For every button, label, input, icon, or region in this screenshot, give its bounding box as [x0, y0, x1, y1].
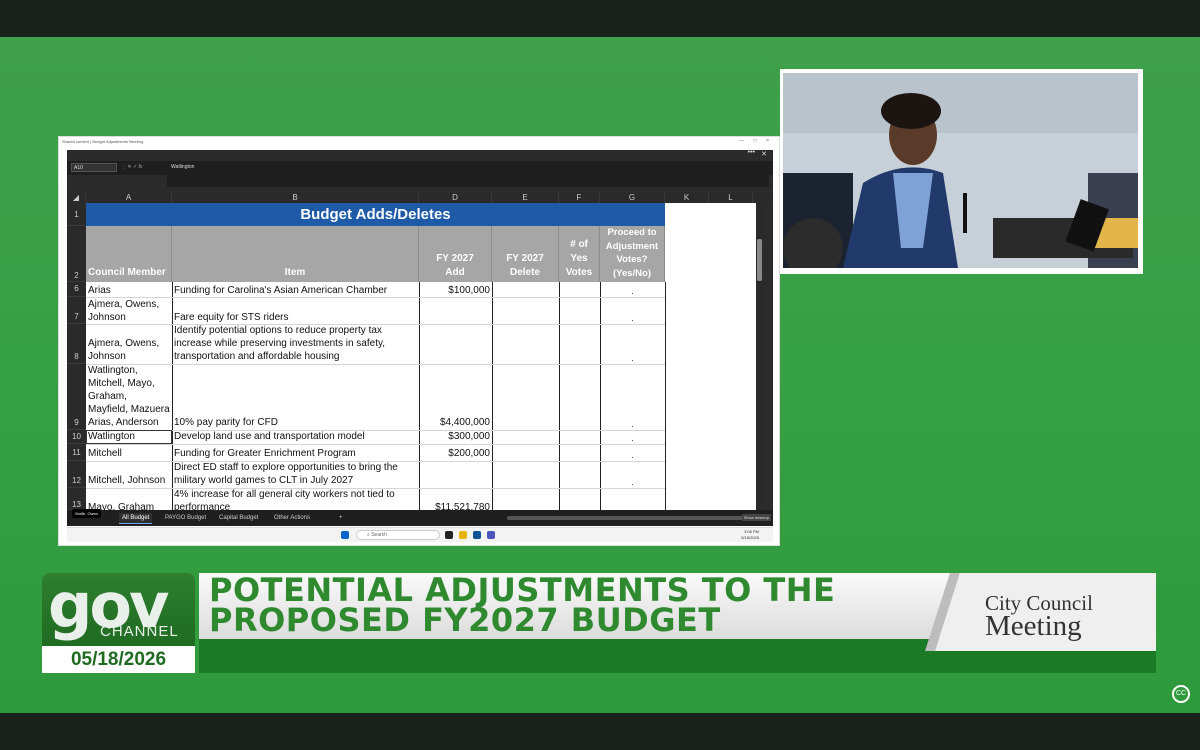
row-number[interactable]: 13	[67, 488, 86, 510]
select-all-corner[interactable]: ◢	[67, 193, 86, 203]
row-number[interactable]: 2	[67, 226, 86, 282]
file-explorer-icon[interactable]	[459, 531, 467, 539]
cell-item[interactable]: 4% increase for all general city workers…	[174, 488, 419, 510]
column-header[interactable]: B	[172, 193, 419, 203]
column-headers: ◢ A B D E F G K L	[67, 193, 773, 203]
fx-icon[interactable]: ⋮ ✕ ✓ fx	[121, 163, 142, 171]
cell-item[interactable]: Identify potential options to reduce pro…	[174, 324, 419, 363]
cell-member[interactable]: Mayo, Graham	[88, 501, 172, 510]
row-number[interactable]: 10	[67, 430, 86, 444]
closed-caption-icon[interactable]: CC	[1172, 685, 1190, 703]
sheet-tab-bar: Smith, Owen All Budget PAYGO Budget Capi…	[67, 509, 773, 526]
tab-paygo-budget[interactable]: PAYGO Budget	[165, 513, 206, 523]
formula-input[interactable]: Watlington	[171, 163, 194, 171]
column-header[interactable]: A	[86, 193, 172, 203]
row-number[interactable]: 6	[67, 282, 86, 297]
column-header[interactable]: K	[665, 193, 709, 203]
lower-third-banner: POTENTIAL ADJUSTMENTS TO THE PROPOSED FY…	[199, 573, 1156, 673]
task-view-icon[interactable]	[445, 531, 453, 539]
cell-add[interactable]: $300,000	[419, 430, 490, 443]
cell-member[interactable]: Arias	[88, 284, 172, 297]
row-number[interactable]: 1	[67, 203, 86, 226]
tab-all-budget[interactable]: All Budget	[119, 513, 153, 524]
cell-add[interactable]: $100,000	[419, 284, 490, 297]
header-fy2027-add[interactable]: FY 2027 Add	[419, 226, 492, 282]
cell-member[interactable]: Watlington, Mitchell, Mayo, Graham, Mayf…	[88, 364, 172, 429]
broadcast-date: 05/18/2026	[42, 646, 195, 673]
row-number[interactable]: 9	[67, 364, 86, 430]
cell-add[interactable]: $4,400,000	[419, 416, 490, 429]
mail-icon[interactable]	[473, 531, 481, 539]
cell-member[interactable]: Mitchell, Johnson	[88, 474, 172, 487]
logo-channel-text: CHANNEL	[100, 623, 179, 640]
user-chip: Smith, Owen	[72, 509, 101, 518]
close-icon[interactable]: ✕	[761, 150, 767, 158]
header-fy2027-delete[interactable]: FY 2027 Delete	[492, 226, 559, 282]
taskbar-clock: 3:08 PM 5/18/2026	[741, 529, 759, 540]
row-number[interactable]: 12	[67, 461, 86, 488]
cell-item[interactable]: Funding for Carolina's Asian American Ch…	[174, 284, 419, 297]
formula-bar: A10 ⋮ ✕ ✓ fx Watlington	[67, 161, 773, 175]
window-title: Shared content | Budget Adjustments Meet…	[62, 139, 144, 144]
cell-member[interactable]: Ajmera, Owens, Johnson	[88, 337, 172, 363]
row-number[interactable]: 7	[67, 297, 86, 324]
row-number[interactable]: 8	[67, 324, 86, 364]
tab-capital-budget[interactable]: Capital Budget	[219, 513, 258, 523]
lower-third-title: POTENTIAL ADJUSTMENTS TO THE PROPOSED FY…	[209, 571, 836, 639]
spreadsheet-grid: Budget Adds/Deletes Council Member Item …	[86, 203, 763, 510]
cell-member[interactable]: Watlington	[88, 430, 172, 443]
camera-feed	[780, 69, 1143, 274]
meeting-label-line2: Meeting	[985, 610, 1082, 642]
broadcast-frame: Shared content | Budget Adjustments Meet…	[0, 0, 1200, 750]
teams-icon[interactable]	[487, 531, 495, 539]
scroll-thumb[interactable]	[757, 239, 762, 281]
cell-item[interactable]: Direct ED staff to explore opportunities…	[174, 461, 419, 487]
show-desktop-button[interactable]: Show desktop	[741, 514, 771, 521]
cell-item[interactable]: Fare equity for STS riders	[174, 311, 419, 324]
windows-icon[interactable]	[341, 531, 349, 539]
column-header[interactable]: D	[419, 193, 492, 203]
add-sheet-button[interactable]: +	[339, 513, 343, 523]
shared-screen-window: Shared content | Budget Adjustments Meet…	[58, 136, 780, 546]
column-header[interactable]: G	[600, 193, 665, 203]
window-controls[interactable]: — □ ×	[739, 138, 773, 144]
horizontal-scrollbar[interactable]	[507, 516, 747, 520]
column-header[interactable]: F	[559, 193, 600, 203]
speaker-video	[783, 73, 1138, 268]
windows-taskbar: ⌕ Search 3:08 PM 5/18/2026	[67, 527, 773, 542]
row-number[interactable]: 11	[67, 444, 86, 461]
cell-member[interactable]: Ajmera, Owens, Johnson	[88, 298, 172, 324]
name-box[interactable]: A10	[71, 163, 117, 172]
cell-member[interactable]: Mitchell	[88, 447, 172, 460]
cell-item[interactable]: Develop land use and transportation mode…	[174, 430, 419, 443]
cell-add[interactable]: $11,521,780	[419, 501, 490, 510]
column-header[interactable]: E	[492, 193, 559, 203]
sheet-title: Budget Adds/Deletes	[86, 203, 665, 226]
excel-window: ••• ✕ A10 ⋮ ✕ ✓ fx Watlington ◢ A B D E …	[67, 150, 773, 526]
vertical-scrollbar[interactable]	[756, 203, 763, 510]
taskbar-search[interactable]: ⌕ Search	[356, 530, 440, 540]
cell-item[interactable]: 10% pay parity for CFD	[174, 416, 419, 429]
header-item[interactable]: Item	[172, 226, 419, 282]
header-proceed[interactable]: Proceed to Adjustment Votes? (Yes/No)	[600, 226, 665, 282]
gov-channel-logo: gov CHANNEL 05/18/2026	[42, 569, 195, 673]
formula-bar-expanded	[167, 175, 769, 187]
more-icon[interactable]: •••	[748, 150, 755, 156]
letterbox-top	[0, 0, 1200, 37]
letterbox-bottom	[0, 713, 1200, 750]
cell-add[interactable]: $200,000	[419, 447, 490, 460]
header-yes-votes[interactable]: # of Yes Votes	[559, 226, 600, 282]
header-council-member[interactable]: Council Member	[86, 226, 172, 282]
column-header[interactable]: L	[709, 193, 753, 203]
cell-item[interactable]: Funding for Greater Enrichment Program	[174, 447, 419, 460]
tab-other-actions[interactable]: Other Actions	[274, 513, 310, 523]
